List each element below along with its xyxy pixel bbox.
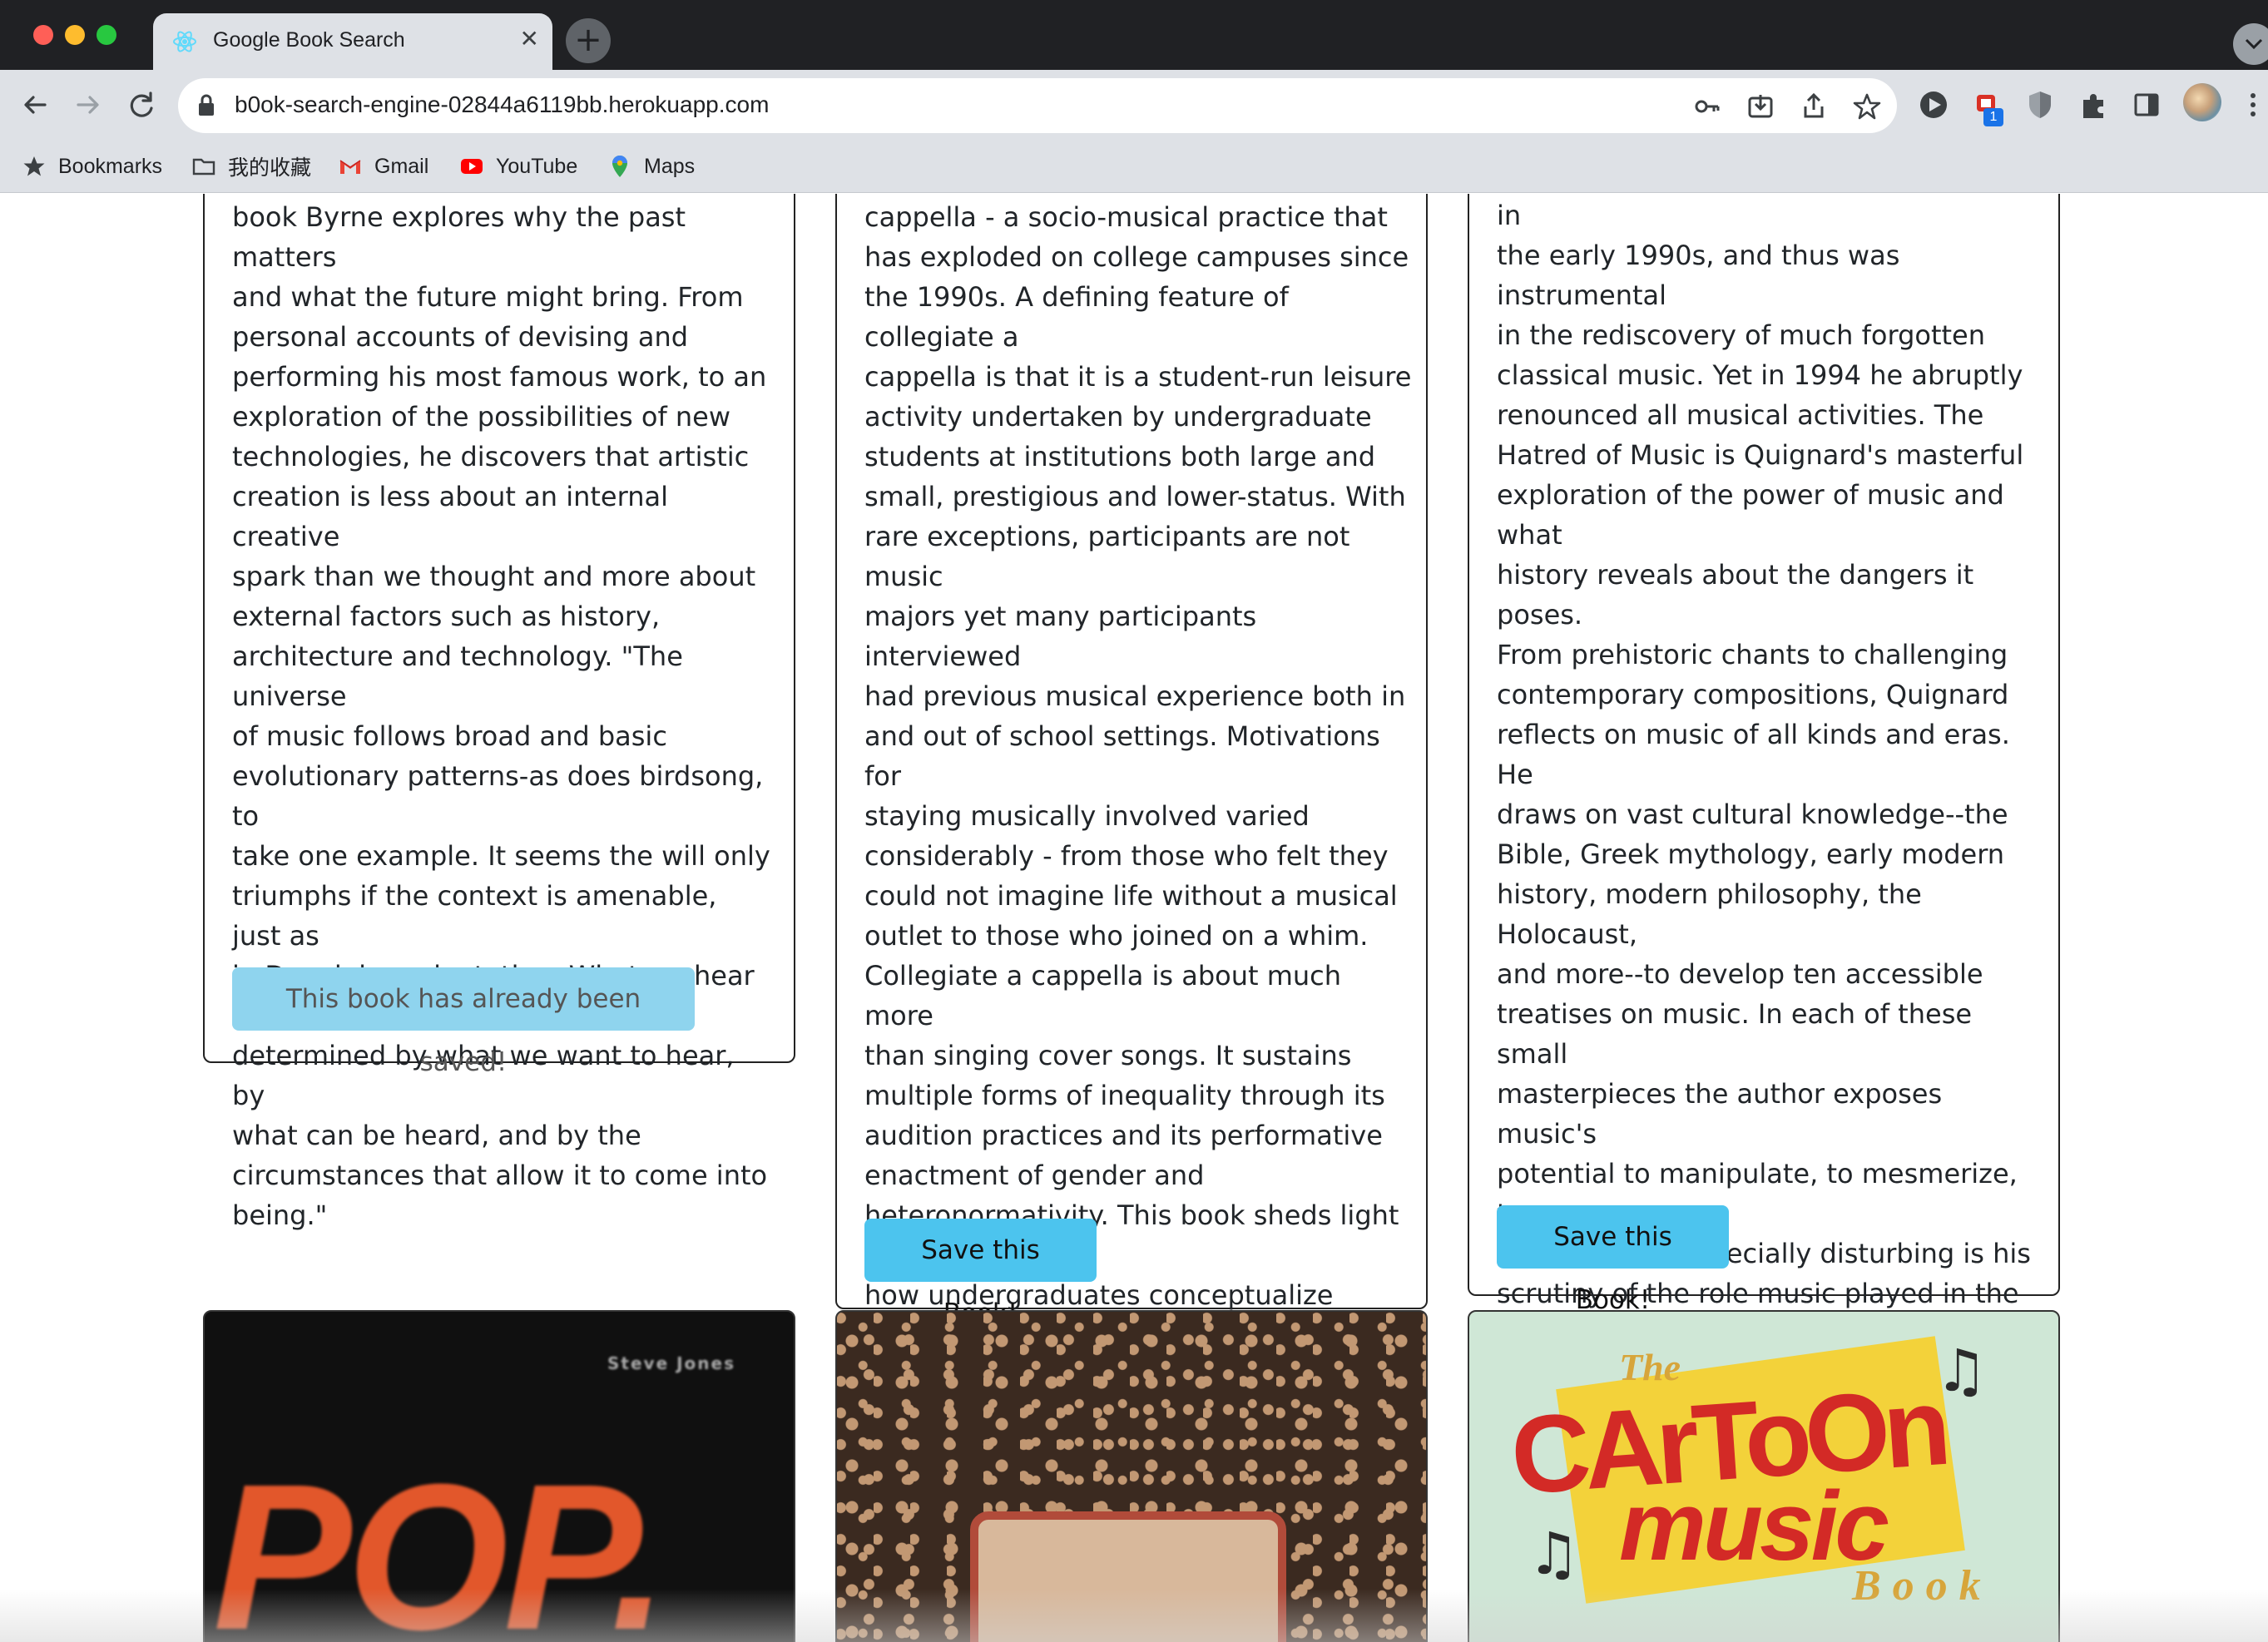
star-icon: [23, 156, 45, 176]
extension-badge: 1: [1983, 108, 2003, 126]
new-tab-button[interactable]: +: [566, 18, 611, 63]
puzzle-icon[interactable]: [2075, 87, 2112, 123]
book-card: cappella - a socio-musical practice that…: [835, 194, 1428, 1471]
zoom-window-button[interactable]: [97, 25, 116, 45]
save-book-button[interactable]: Save this Book!: [864, 1219, 1097, 1328]
browser-tab[interactable]: Google Book Search ✕: [153, 13, 552, 70]
bookmark-gmail-item[interactable]: Gmail: [338, 150, 428, 183]
youtube-icon: [461, 159, 483, 174]
close-tab-icon[interactable]: ✕: [520, 25, 539, 52]
bookmark-maps-item[interactable]: Maps: [607, 150, 695, 183]
share-icon[interactable]: [1799, 91, 1829, 121]
media-extension-icon[interactable]: [1915, 87, 1952, 123]
bottom-scroll-shadow: [0, 1589, 2268, 1642]
shield-icon[interactable]: [2022, 87, 2058, 123]
back-arrow-icon[interactable]: [17, 87, 53, 123]
tab-search-button[interactable]: [2233, 23, 2268, 65]
lock-icon: [199, 94, 214, 116]
cover-author: Steve Jones: [607, 1353, 735, 1373]
cover-word-music: music: [1619, 1471, 1889, 1581]
bookmark-label: Bookmarks: [58, 154, 163, 178]
plus-icon: +: [574, 21, 602, 59]
react-icon: [173, 31, 196, 52]
bookmark-label: YouTube: [496, 154, 578, 178]
page-content: book Byrne explores why the past matters…: [0, 194, 2268, 1642]
music-note-icon: ♫: [1528, 1520, 1580, 1588]
profile-avatar[interactable]: [2183, 83, 2221, 121]
bookmark-label: Maps: [644, 154, 696, 178]
music-note-icon: ♫: [1935, 1337, 1988, 1405]
book-card: Baroque Opera and Theatre at Versailles …: [1468, 194, 2060, 1509]
maps-icon: [612, 156, 627, 177]
book-card: book Byrne explores why the past matters…: [203, 194, 795, 1231]
more-menu-icon[interactable]: [2235, 87, 2268, 123]
folder-icon: [192, 158, 215, 176]
bookmark-label: Gmail: [374, 154, 429, 178]
address-bar[interactable]: b0ok-search-engine-02844a6119bb.herokuap…: [178, 78, 1897, 133]
tab-title: Google Book Search: [213, 28, 405, 52]
browser-toolbar: b0ok-search-engine-02844a6119bb.herokuap…: [0, 70, 2268, 141]
bookmarks-bar: Bookmarks 我的收藏 Gmail YouTube Maps: [0, 141, 2268, 193]
gmail-icon: [339, 160, 361, 174]
bookmarks-menu-item[interactable]: Bookmarks: [22, 150, 162, 183]
minimize-window-button[interactable]: [65, 25, 85, 45]
chevron-down-icon: [2245, 38, 2263, 50]
window-titlebar: Google Book Search ✕ +: [0, 0, 2268, 70]
install-app-icon[interactable]: [1746, 91, 1775, 121]
bookmark-folder-item[interactable]: 我的收藏: [191, 150, 311, 183]
forward-arrow-icon[interactable]: [70, 87, 106, 123]
reload-icon[interactable]: [123, 87, 160, 123]
bookmark-youtube-item[interactable]: YouTube: [459, 150, 577, 183]
side-panel-icon[interactable]: [2128, 87, 2165, 123]
save-book-button[interactable]: Save this Book!: [1497, 1205, 1729, 1315]
key-icon[interactable]: [1692, 91, 1722, 121]
close-window-button[interactable]: [33, 25, 53, 45]
url-text: b0ok-search-engine-02844a6119bb.herokuap…: [235, 91, 770, 117]
already-saved-button[interactable]: This book has already been saved!: [232, 967, 695, 1077]
bookmark-label: 我的收藏: [228, 156, 312, 180]
bookmark-star-icon[interactable]: [1852, 91, 1882, 121]
